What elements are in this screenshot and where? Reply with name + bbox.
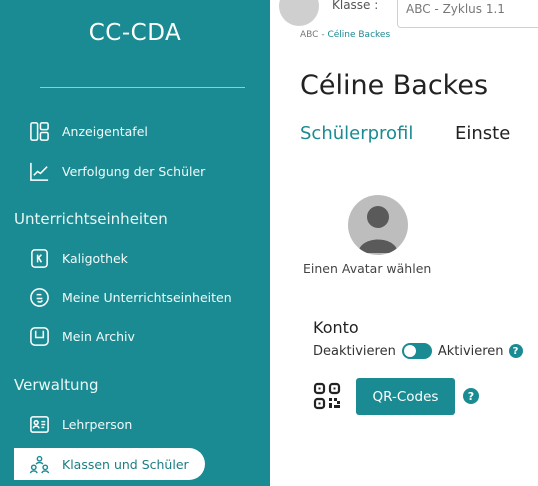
- tab-schuelerprofil[interactable]: Schülerprofil: [300, 123, 413, 144]
- avatar-caption[interactable]: Einen Avatar wählen: [303, 261, 431, 276]
- sidebar-item-label: Verfolgung der Schüler: [62, 163, 206, 179]
- sidebar-item-anzeigentafel[interactable]: Anzeigentafel: [28, 118, 148, 144]
- klasse-select[interactable]: ABC - Zyklus 1.1: [397, 0, 538, 28]
- page-title: Céline Backes: [300, 70, 489, 101]
- sidebar-item-label: Kaligothek: [62, 250, 128, 266]
- activate-label: Aktivieren: [437, 343, 504, 359]
- toggle-knob: [403, 345, 416, 357]
- sidebar-item-lehrperson[interactable]: Lehrperson: [28, 411, 132, 437]
- face-icon: [28, 286, 50, 308]
- section-label-unterrichtseinheiten: Unterrichtseinheiten: [14, 210, 168, 228]
- konto-help-icon[interactable]: ?: [508, 344, 523, 358]
- archive-icon: [28, 325, 50, 347]
- klasse-select-value: ABC - Zyklus 1.1: [406, 2, 505, 16]
- group-icon: [28, 453, 50, 475]
- sidebar-item-label: Meine Unterrichtseinheiten: [62, 289, 232, 305]
- sidebar-item-mein-archiv[interactable]: Mein Archiv: [28, 323, 135, 349]
- id-card-icon: [28, 413, 50, 435]
- dashboard-icon: [28, 120, 50, 142]
- sidebar-item-label: Lehrperson: [62, 416, 133, 432]
- sidebar: CC-CDA Anzeigentafel Verfolgung der Schü…: [0, 0, 270, 486]
- account-active-toggle[interactable]: [401, 343, 432, 359]
- avatar-placeholder[interactable]: [348, 195, 408, 255]
- user-avatar[interactable]: [279, 0, 319, 26]
- qr-help-icon[interactable]: ?: [463, 388, 479, 404]
- sidebar-item-label: Anzeigentafel: [62, 123, 148, 139]
- person-icon: [358, 206, 398, 253]
- brand-divider: [40, 87, 245, 88]
- section-label-verwaltung: Verwaltung: [14, 376, 99, 394]
- breadcrumb-root[interactable]: ABC: [300, 30, 318, 40]
- sidebar-item-label: Klassen und Schüler: [62, 456, 189, 472]
- sidebar-item-kaligothek[interactable]: Kaligothek: [28, 245, 128, 271]
- account-status-row: Deaktivieren Aktivieren ?: [313, 343, 523, 359]
- sidebar-item-meine-unterrichtseinheiten[interactable]: Meine Unterrichtseinheiten: [28, 284, 232, 310]
- sidebar-item-verfolgung[interactable]: Verfolgung der Schüler: [28, 158, 205, 184]
- breadcrumb-current[interactable]: Céline Backes: [327, 30, 390, 40]
- qr-code-icon: [313, 382, 341, 410]
- sidebar-item-label: Mein Archiv: [62, 328, 135, 344]
- breadcrumb: ABC - Céline Backes: [300, 30, 391, 40]
- deactivate-label: Deaktivieren: [313, 343, 396, 359]
- klasse-label: Klasse :: [332, 0, 379, 12]
- qr-codes-button[interactable]: QR-Codes: [356, 378, 455, 415]
- brand-logo-text: CC-CDA: [88, 20, 182, 46]
- book-k-icon: [28, 247, 50, 269]
- tab-einstellungen[interactable]: Einste: [455, 123, 510, 144]
- sidebar-item-klassen-und-schueler[interactable]: Klassen und Schüler: [14, 448, 205, 480]
- chart-line-icon: [28, 160, 50, 182]
- konto-heading: Konto: [313, 318, 359, 337]
